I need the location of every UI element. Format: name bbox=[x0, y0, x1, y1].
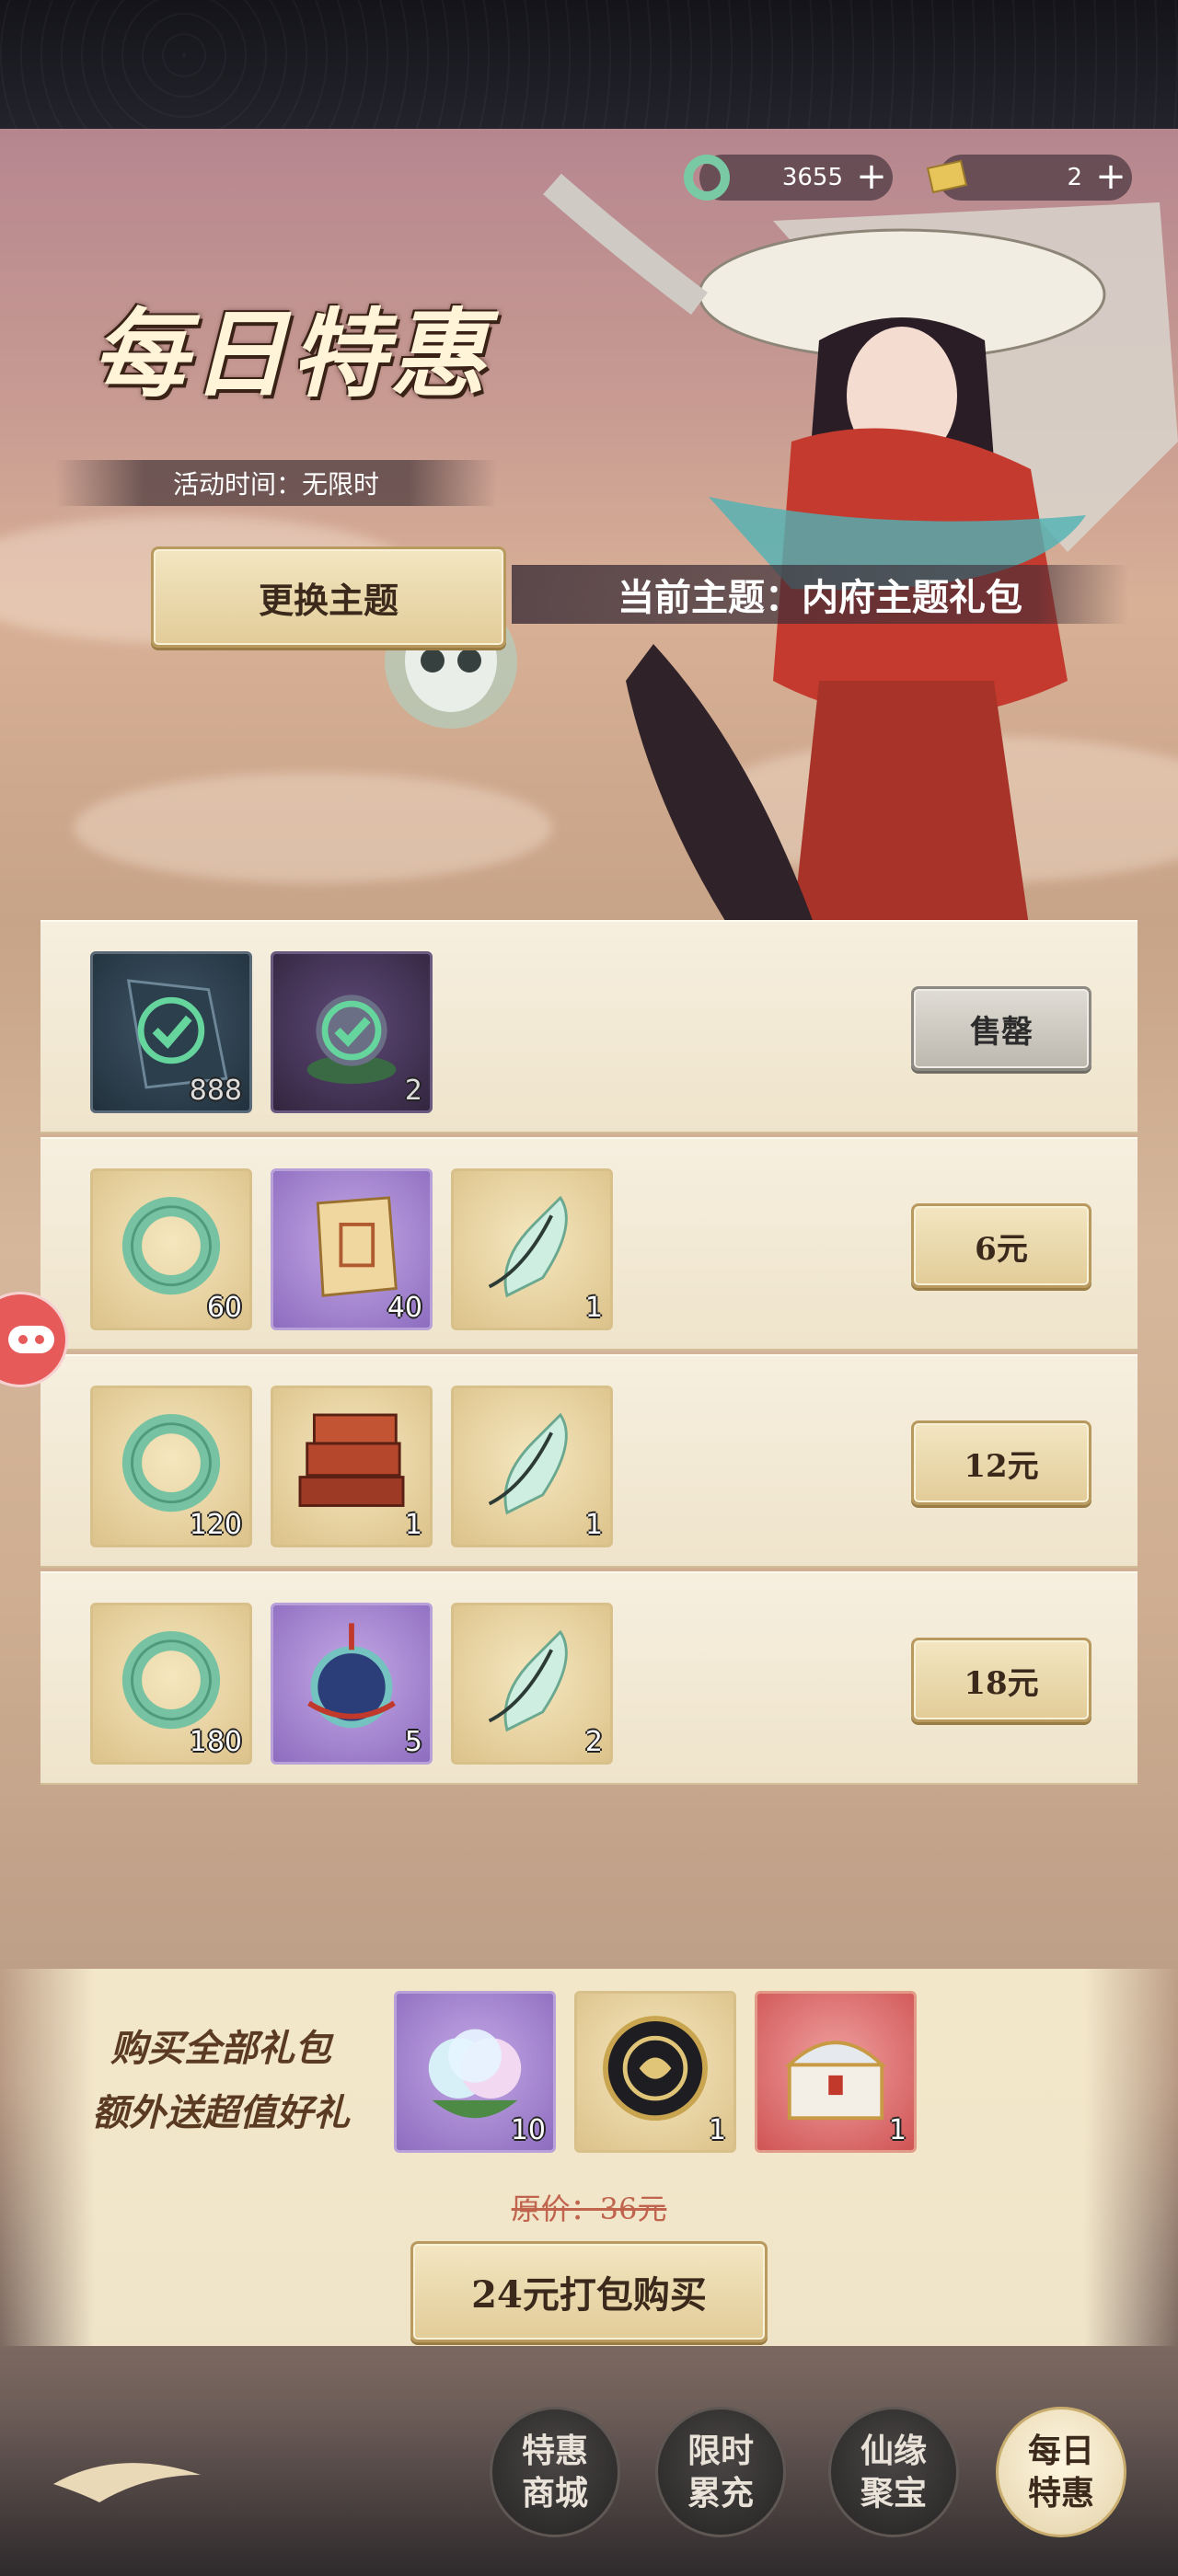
reward-item[interactable]: 1 bbox=[451, 1168, 613, 1330]
activity-time: 活动时间：无限时 bbox=[55, 460, 497, 506]
item-quantity: 10 bbox=[510, 2114, 546, 2146]
change-theme-button[interactable]: 更换主题 bbox=[151, 546, 506, 648]
item-quantity: 1 bbox=[584, 1509, 603, 1541]
item-quantity: 5 bbox=[404, 1726, 422, 1758]
offer-row-4: 180 5 2 18元 bbox=[40, 1571, 1138, 1785]
bundle-promo-text: 购买全部礼包 额外送超值好礼 bbox=[55, 2017, 387, 2145]
reward-item[interactable]: 1 bbox=[451, 1386, 613, 1547]
currency-ticket: 2 + bbox=[926, 155, 1132, 201]
tab-daily-deal[interactable]: 每日 特惠 bbox=[996, 2407, 1126, 2537]
item-quantity: 1 bbox=[888, 2114, 907, 2146]
top-decor-bar bbox=[0, 0, 1178, 129]
bundle-line-1: 购买全部礼包 bbox=[110, 2027, 331, 2070]
tab-label-line1: 仙缘 bbox=[860, 2432, 927, 2470]
reward-item[interactable]: 5 bbox=[271, 1603, 433, 1765]
item-quantity: 180 bbox=[189, 1726, 242, 1758]
item-quantity: 1 bbox=[404, 1509, 422, 1541]
bundle-purchase-button[interactable]: 24元打包购买 bbox=[410, 2241, 768, 2342]
reward-item[interactable]: 888 bbox=[90, 951, 252, 1113]
offer-row-1: 888 2 售罄 bbox=[40, 920, 1138, 1133]
tab-label-line1: 限时 bbox=[687, 2432, 754, 2470]
tab-label-line2: 累充 bbox=[687, 2474, 754, 2513]
tab-fate-treasure[interactable]: 仙缘 聚宝 bbox=[828, 2407, 959, 2537]
floating-gamepad-button[interactable] bbox=[0, 1292, 68, 1387]
item-quantity: 888 bbox=[189, 1075, 242, 1107]
item-quantity: 2 bbox=[584, 1726, 603, 1758]
gold-ticket-icon bbox=[926, 159, 968, 194]
offer-row-3: 120 1 1 12元 bbox=[40, 1354, 1138, 1568]
item-quantity: 1 bbox=[708, 2114, 726, 2146]
reward-item[interactable]: 40 bbox=[271, 1168, 433, 1330]
tab-label-line1: 每日 bbox=[1027, 2432, 1094, 2470]
bundle-reward-item[interactable]: 10 bbox=[394, 1991, 556, 2153]
buy-6-button[interactable]: 6元 bbox=[911, 1203, 1091, 1288]
reward-item[interactable]: 1 bbox=[271, 1386, 433, 1547]
gamepad-icon bbox=[8, 1326, 54, 1353]
original-price: 原价：36元 bbox=[511, 2191, 667, 2226]
item-quantity: 120 bbox=[189, 1509, 242, 1541]
offer-row-2: 60 40 1 6元 bbox=[40, 1137, 1138, 1351]
item-quantity: 1 bbox=[584, 1292, 603, 1324]
currency-jade: 3655 + bbox=[684, 155, 893, 201]
ticket-amount: 2 bbox=[1067, 164, 1082, 191]
buy-18-button[interactable]: 18元 bbox=[911, 1638, 1091, 1722]
page-title: 每日特惠 bbox=[92, 297, 491, 410]
tab-special-mall[interactable]: 特惠 商城 bbox=[490, 2407, 620, 2537]
hero-banner bbox=[0, 129, 1178, 920]
item-quantity: 40 bbox=[387, 1292, 422, 1324]
add-ticket-button[interactable]: + bbox=[1090, 156, 1132, 199]
bundle-reward-item[interactable]: 1 bbox=[755, 1991, 917, 2153]
item-quantity: 60 bbox=[206, 1292, 242, 1324]
jade-amount: 3655 bbox=[781, 164, 843, 191]
tab-label-line2: 聚宝 bbox=[860, 2474, 927, 2513]
reward-item[interactable]: 2 bbox=[451, 1603, 613, 1765]
brush-stroke-decoration bbox=[53, 2463, 201, 2502]
bundle-line-2: 额外送超值好礼 bbox=[92, 2091, 350, 2134]
sold-out-button: 售罄 bbox=[911, 986, 1091, 1071]
tab-label-line2: 特惠 bbox=[1027, 2474, 1094, 2513]
reward-item[interactable]: 2 bbox=[271, 951, 433, 1113]
heroine-illustration bbox=[543, 173, 1178, 920]
tab-limited-recharge[interactable]: 限时 累充 bbox=[655, 2407, 786, 2537]
reward-item[interactable]: 120 bbox=[90, 1386, 252, 1547]
bundle-reward-item[interactable]: 1 bbox=[574, 1991, 736, 2153]
reward-item[interactable]: 180 bbox=[90, 1603, 252, 1765]
jade-ring-icon bbox=[684, 155, 730, 201]
reward-item[interactable]: 60 bbox=[90, 1168, 252, 1330]
item-quantity: 2 bbox=[404, 1075, 422, 1107]
tab-label-line2: 商城 bbox=[521, 2474, 588, 2513]
add-jade-button[interactable]: + bbox=[850, 156, 893, 199]
current-theme-label: 当前主题：内府主题礼包 bbox=[512, 565, 1128, 624]
buy-12-button[interactable]: 12元 bbox=[911, 1420, 1091, 1505]
tab-label-line1: 特惠 bbox=[521, 2432, 588, 2470]
